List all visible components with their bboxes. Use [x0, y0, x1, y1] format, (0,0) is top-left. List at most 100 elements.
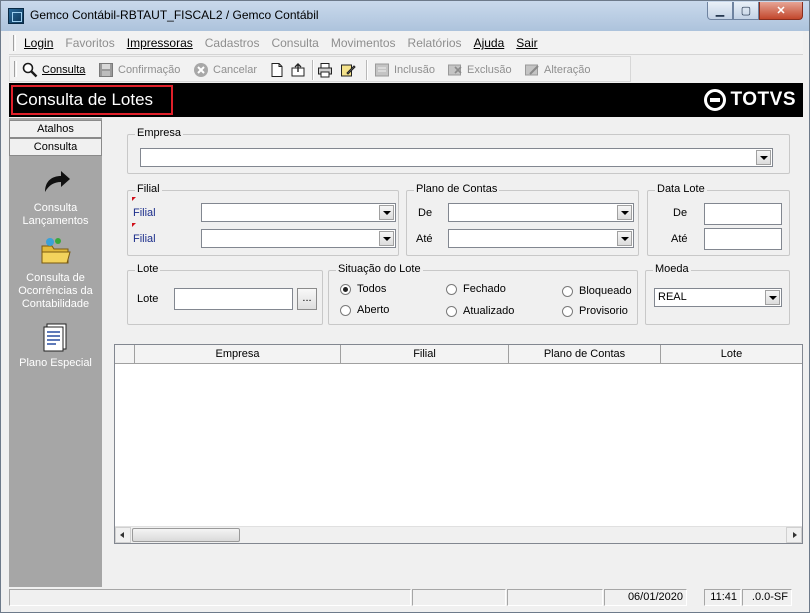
data-lote-de-label: De — [673, 207, 688, 219]
status-panel-2 — [412, 589, 506, 606]
data-lote-ate-input[interactable] — [704, 228, 782, 250]
sidebar-item-consulta-ocorrencias[interactable]: Consulta de Ocorrências da Contabilidade — [9, 236, 102, 311]
moeda-group: Moeda REAL — [645, 263, 790, 325]
radio-fechado[interactable]: Fechado — [446, 283, 506, 295]
sidebar-item-plano-especial[interactable]: Plano Especial — [9, 321, 102, 370]
empresa-group-title: Empresa — [135, 127, 184, 139]
new-document-button[interactable] — [269, 62, 285, 78]
cancelar-label: Cancelar — [213, 64, 258, 76]
scroll-thumb[interactable] — [132, 528, 240, 542]
confirmacao-label: Confirmação — [118, 64, 181, 76]
edit-button[interactable] — [340, 62, 356, 78]
radio-aberto[interactable]: Aberto — [340, 304, 389, 316]
scroll-right-icon[interactable] — [786, 527, 802, 543]
filial-combo-2[interactable] — [201, 229, 396, 248]
grid-header-filial[interactable]: Filial — [341, 345, 509, 363]
toolbar-separator — [312, 60, 314, 80]
alter-icon — [524, 62, 540, 78]
menu-impressoras[interactable]: Impressoras — [127, 36, 193, 50]
plano-contas-group-title: Plano de Contas — [414, 183, 500, 195]
chevron-down-icon[interactable] — [765, 290, 780, 305]
new-document-icon — [269, 62, 285, 78]
required-marker — [132, 197, 136, 201]
lote-lookup-button[interactable]: ... — [297, 288, 317, 310]
moeda-value: REAL — [658, 291, 687, 303]
menu-sair[interactable]: Sair — [516, 36, 537, 50]
moeda-group-title: Moeda — [653, 263, 691, 275]
chevron-down-icon[interactable] — [617, 231, 632, 246]
radio-icon — [340, 304, 351, 316]
radio-atualizado[interactable]: Atualizado — [446, 305, 514, 317]
sidebar-item-label: Consulta Lançamentos — [22, 202, 89, 227]
close-button[interactable]: ✕ — [759, 2, 803, 20]
lote-input[interactable] — [174, 288, 293, 310]
horizontal-scrollbar[interactable] — [115, 526, 802, 543]
plano-contas-group: Plano de Contas De Até — [406, 183, 639, 256]
status-time: 11:41 — [704, 589, 741, 606]
grid-header-empresa[interactable]: Empresa — [135, 345, 341, 363]
grid-header-plano-contas[interactable]: Plano de Contas — [509, 345, 661, 363]
radio-bloqueado-label: Bloqueado — [579, 285, 632, 297]
alteracao-label: Alteração — [544, 64, 591, 76]
print-button[interactable] — [317, 62, 333, 78]
status-bar: 06/01/2020 11:41 .0.0-SF — [9, 588, 803, 607]
plano-ate-combo[interactable] — [448, 229, 634, 248]
toolbar-grip — [14, 61, 17, 77]
radio-provisorio[interactable]: Provisorio — [562, 305, 628, 317]
filial-group: Filial Filial Filial — [127, 183, 399, 256]
sidebar: Atalhos Consulta Consulta Lançamentos Co… — [9, 118, 102, 587]
menu-bar: Login Favoritos Impressoras Cadastros Co… — [9, 31, 803, 55]
alteracao-button[interactable]: Alteração — [524, 62, 590, 78]
menu-cadastros[interactable]: Cadastros — [205, 36, 260, 50]
status-date: 06/01/2020 — [604, 589, 687, 606]
confirmacao-button[interactable]: Confirmação — [98, 62, 180, 78]
grid-header-indicator — [115, 345, 135, 363]
add-icon — [374, 62, 390, 78]
menu-consulta[interactable]: Consulta — [271, 36, 318, 50]
minimize-button[interactable]: ▁ — [707, 2, 733, 20]
cancelar-button[interactable]: Cancelar — [193, 62, 257, 78]
empresa-combo[interactable] — [140, 148, 773, 167]
exclusao-button[interactable]: Exclusão — [447, 62, 512, 78]
maximize-button[interactable]: ▢ — [733, 2, 759, 20]
situacao-lote-group: Situação do Lote Todos Fechado Bloqueado… — [328, 263, 638, 325]
title-bar: Gemco Contábil-RBTAUT_FISCAL2 / Gemco Co… — [1, 1, 809, 31]
chevron-down-icon[interactable] — [756, 150, 771, 165]
exclusao-label: Exclusão — [467, 64, 512, 76]
consulta-button[interactable]: Consulta — [22, 62, 85, 78]
menu-ajuda[interactable]: Ajuda — [474, 36, 505, 50]
lote-group: Lote Lote ... — [127, 263, 323, 325]
status-panel-message — [9, 589, 411, 606]
plano-de-combo[interactable] — [448, 203, 634, 222]
main-window: Gemco Contábil-RBTAUT_FISCAL2 / Gemco Co… — [0, 0, 810, 613]
results-grid[interactable]: Empresa Filial Plano de Contas Lote — [114, 344, 803, 544]
menu-login[interactable]: Login — [24, 36, 53, 50]
grid-header-lote[interactable]: Lote — [661, 345, 802, 363]
sidebar-tab-atalhos[interactable]: Atalhos — [9, 120, 102, 138]
radio-bloqueado[interactable]: Bloqueado — [562, 285, 632, 297]
menu-relatorios[interactable]: Relatórios — [408, 36, 462, 50]
filial-combo-1[interactable] — [201, 203, 396, 222]
consulta-label: Consulta — [42, 64, 86, 76]
chevron-down-icon[interactable] — [617, 205, 632, 220]
page-header: Consulta de Lotes TOTVS — [9, 83, 803, 117]
inclusao-button[interactable]: Inclusão — [374, 62, 435, 78]
data-lote-group: Data Lote De Até — [647, 183, 790, 256]
sidebar-tab-consulta[interactable]: Consulta — [9, 138, 102, 156]
data-lote-de-input[interactable] — [704, 203, 782, 225]
data-lote-group-title: Data Lote — [655, 183, 707, 195]
chevron-down-icon[interactable] — [379, 231, 394, 246]
chevron-down-icon[interactable] — [379, 205, 394, 220]
print-icon — [317, 62, 333, 78]
scroll-left-icon[interactable] — [115, 527, 131, 543]
filial-label-2: Filial — [133, 233, 156, 245]
sidebar-item-consulta-lancamentos[interactable]: Consulta Lançamentos — [9, 166, 102, 228]
export-icon — [290, 62, 306, 78]
folder-icon — [40, 236, 72, 268]
menu-favoritos[interactable]: Favoritos — [65, 36, 114, 50]
totvs-logo-icon — [703, 89, 726, 111]
moeda-combo[interactable]: REAL — [654, 288, 782, 307]
menu-movimentos[interactable]: Movimentos — [331, 36, 396, 50]
export-button[interactable] — [290, 62, 306, 78]
radio-todos[interactable]: Todos — [340, 283, 386, 295]
